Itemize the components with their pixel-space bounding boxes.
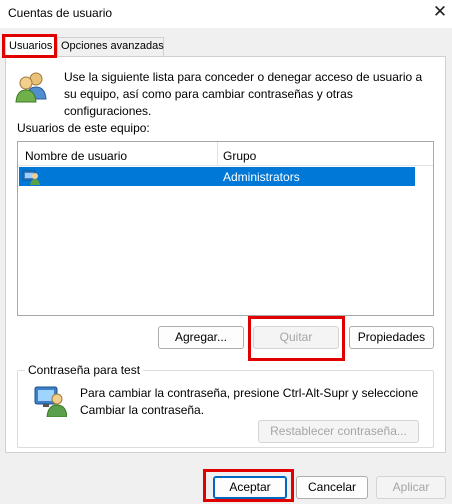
apply-button[interactable]: Aplicar (376, 476, 446, 499)
row-group-cell: Administrators (223, 170, 300, 184)
column-header-username[interactable]: Nombre de usuario (25, 149, 127, 163)
users-description: Use la siguiente lista para conceder o d… (64, 70, 423, 118)
reset-password-button[interactable]: Restablecer contraseña... (258, 420, 419, 443)
password-group-legend: Contraseña para test (25, 363, 144, 377)
add-button[interactable]: Agregar... (158, 326, 244, 349)
users-icon (15, 72, 47, 103)
highlight-tab-usuarios (2, 34, 57, 58)
column-header-group[interactable]: Grupo (223, 149, 256, 163)
user-row-icon (22, 170, 40, 185)
table-row[interactable] (19, 167, 415, 186)
users-list-label: Usuarios de este equipo: (17, 121, 150, 135)
column-divider[interactable] (217, 142, 218, 166)
password-icon (34, 386, 67, 417)
highlight-remove-button (248, 316, 345, 361)
window-title: Cuentas de usuario (8, 6, 113, 20)
properties-button[interactable]: Propiedades (349, 326, 434, 349)
close-icon[interactable]: ✕ (428, 0, 452, 26)
highlight-ok-button (203, 469, 294, 502)
password-description: Para cambiar la contraseña, presione Ctr… (80, 386, 419, 417)
cancel-button[interactable]: Cancelar (296, 476, 368, 499)
tab-opciones-avanzadas[interactable]: Opciones avanzadas (57, 37, 164, 56)
